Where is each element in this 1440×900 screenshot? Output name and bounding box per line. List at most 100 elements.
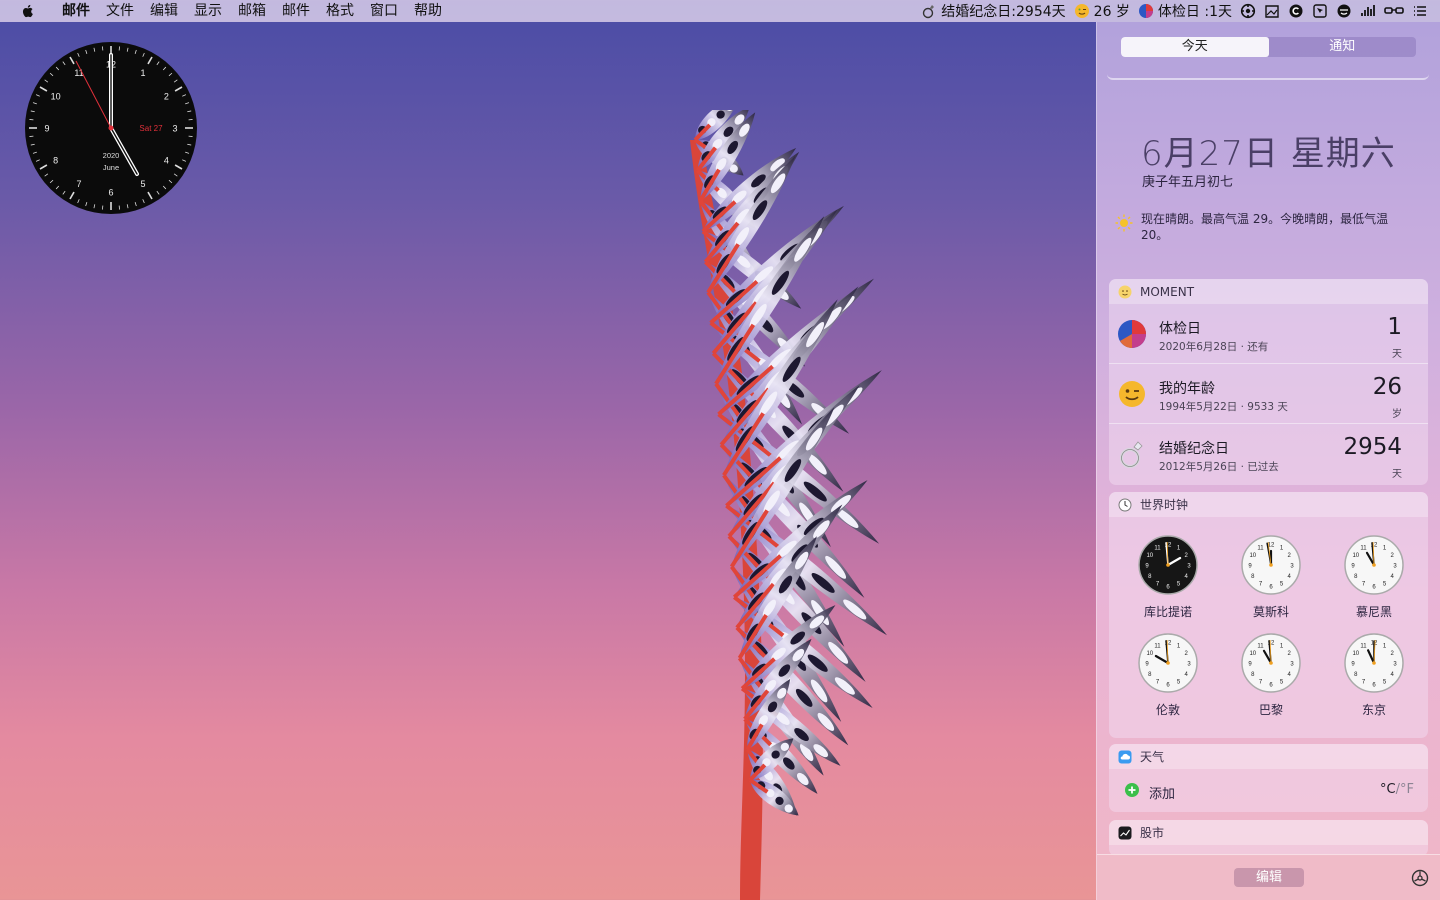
menu-edit[interactable]: 编辑 — [142, 0, 186, 22]
svg-text:10: 10 — [1249, 651, 1256, 657]
desktop-clock-center — [108, 125, 114, 131]
desktop-clock-numeral: 3 — [172, 124, 177, 134]
world-clock-item[interactable]: 1 2 3 4 5 6 7 8 9 10 11 12 伦敦 — [1128, 632, 1208, 718]
svg-text:10: 10 — [1249, 553, 1256, 559]
moment-subtitle: 1994年5月22日 · 9533 天 — [1159, 401, 1288, 413]
moment-title: 体检日 — [1159, 321, 1201, 337]
status-checkup-label: 体检日 :1天 — [1157, 4, 1232, 20]
desktop-clock-numeral: 6 — [108, 188, 113, 198]
window-icon[interactable] — [1264, 3, 1280, 19]
moment-subtitle: 2020年6月28日 · 还有 — [1159, 341, 1269, 353]
svg-text:11: 11 — [1154, 643, 1161, 649]
world-clock-city: 莫斯科 — [1252, 605, 1289, 619]
moment-subtitle: 2012年5月26日 · 已过去 — [1159, 461, 1279, 473]
svg-text:11: 11 — [1257, 545, 1264, 551]
weather-summary-text: 现在晴朗。最高气温 29。今晚晴朗，最低气温 20。 — [1141, 212, 1389, 242]
moment-count: 2954 — [1343, 434, 1402, 460]
world-clock-city: 库比提诺 — [1143, 605, 1192, 619]
desktop-clock-month: June — [103, 163, 119, 172]
analog-clock-face: 123456789101112 — [1344, 633, 1404, 693]
nc-segmented-control: 今天 通知 — [1121, 37, 1416, 57]
moment-header-label: MOMENT — [1140, 284, 1195, 299]
menu-window[interactable]: 窗口 — [362, 0, 406, 22]
weather-summary: 现在晴朗。最高气温 29。今晚晴朗，最低气温 20。 — [1115, 211, 1415, 243]
weather-header: 天气 — [1109, 744, 1428, 769]
lunar-date: 庚子年五月初七 — [1142, 175, 1234, 190]
menu-app-name[interactable]: 邮件 — [54, 0, 98, 22]
stocks-app-icon — [1118, 826, 1132, 839]
plus-icon[interactable] — [1125, 783, 1139, 797]
world-clock-item[interactable]: 1 2 3 4 5 6 7 8 9 10 11 12 莫斯科 — [1231, 534, 1311, 620]
unit-celsius[interactable]: °C — [1380, 782, 1396, 797]
apple-icon[interactable] — [20, 3, 36, 19]
desktop-clock-widget[interactable]: 121234567891011 Sat 27 2020 June — [24, 41, 198, 215]
ring-icon — [923, 5, 935, 19]
analog-clock-face: 123456789101112 — [1344, 535, 1404, 595]
edit-button[interactable]: 编辑 — [1234, 868, 1304, 887]
moment-widget: MOMENT 体检日 2020年6月28日 · 还有 1 天 我的年龄 1994… — [1109, 279, 1428, 485]
desktop-clock-numeral: 10 — [51, 92, 61, 102]
world-clock-item[interactable]: 123456789101112 东京 — [1334, 632, 1414, 718]
moment-row-anniversary[interactable]: 结婚纪念日 2012年5月26日 · 已过去 2954 天 — [1109, 424, 1428, 484]
moment-unit: 天 — [1392, 469, 1402, 480]
pie-icon — [1118, 320, 1146, 348]
tab-notifications[interactable]: 通知 — [1269, 37, 1417, 57]
gear-icon[interactable] — [1240, 3, 1256, 19]
glasses-icon[interactable] — [1384, 3, 1404, 19]
cursor-icon[interactable] — [1312, 3, 1328, 19]
audio-bars-icon[interactable] — [1360, 3, 1376, 19]
world-clock-item[interactable]: 1 2 3 4 5 6 7 8 9 10 11 12 库比提诺 — [1128, 534, 1208, 620]
desktop-clock-numeral: 5 — [140, 179, 145, 189]
tab-today[interactable]: 今天 — [1121, 37, 1269, 57]
analog-clock-face: 123456789101112 — [1138, 633, 1198, 693]
stocks-widget: 股市 — [1109, 820, 1428, 856]
world-clock-item[interactable]: 1 2 3 4 5 6 7 8 9 10 11 12 巴黎 — [1231, 632, 1311, 718]
menu-bar: 邮件 文件 编辑 显示 邮箱 邮件 格式 窗口 帮助 结婚纪念日:2954天 2… — [0, 0, 1440, 22]
status-age[interactable]: 26 岁 — [1074, 1, 1130, 21]
world-clock-widget: 世界时钟 1 2 3 4 5 6 7 8 9 10 11 12 库比提诺 1 2 3 4 5 6 7 8 9 10 11 12 莫… — [1109, 492, 1428, 738]
desktop-clock-date: Sat 27 — [139, 124, 163, 133]
status-anniversary[interactable]: 结婚纪念日:2954天 — [921, 1, 1066, 21]
svg-text:11: 11 — [1360, 545, 1367, 551]
weather-add-label[interactable]: 添加 — [1149, 783, 1175, 802]
moment-row-checkup[interactable]: 体检日 2020年6月28日 · 还有 1 天 — [1109, 304, 1428, 364]
copyright-icon[interactable] — [1288, 3, 1304, 19]
moment-count: 26 — [1372, 374, 1402, 400]
desktop-clock-numeral: 4 — [164, 156, 169, 166]
analog-clock-face: 123456789101112 — [1138, 535, 1198, 595]
list-icon[interactable] — [1412, 3, 1428, 19]
world-clock-item[interactable]: 1 2 3 4 5 6 7 8 9 10 11 12 慕尼黑 — [1334, 534, 1414, 620]
menu-file[interactable]: 文件 — [98, 0, 142, 22]
menu-help[interactable]: 帮助 — [406, 0, 450, 22]
menu-format[interactable]: 格式 — [318, 0, 362, 22]
stocks-header-label: 股市 — [1140, 826, 1165, 840]
world-clock-city: 巴黎 — [1258, 703, 1283, 717]
svg-text:11: 11 — [1154, 545, 1161, 551]
wallpaper-plant — [690, 110, 887, 900]
menu-view[interactable]: 显示 — [186, 0, 230, 22]
sun-icon — [1115, 214, 1133, 232]
status-anniversary-label: 结婚纪念日:2954天 — [941, 4, 1066, 20]
menu-mailbox[interactable]: 邮箱 — [230, 0, 274, 22]
nc-bottom-bar: 编辑 — [1097, 854, 1440, 900]
settings-gear-icon[interactable] — [1411, 869, 1429, 887]
moment-app-icon — [1118, 285, 1132, 298]
moment-row-age[interactable]: 我的年龄 1994年5月22日 · 9533 天 26 岁 — [1109, 364, 1428, 424]
analog-clock-face: 123456789101112 — [1241, 535, 1301, 595]
menu-message[interactable]: 邮件 — [274, 0, 318, 22]
moment-unit: 天 — [1392, 349, 1402, 360]
smile-icon — [1074, 4, 1089, 18]
face-icon[interactable] — [1336, 3, 1352, 19]
weather-add-row[interactable]: 添加 °C/°F — [1109, 769, 1428, 812]
desktop-clock-year: 2020 — [103, 151, 120, 160]
temperature-unit-toggle[interactable]: °C/°F — [1380, 782, 1414, 797]
unit-fahrenheit[interactable]: °F — [1400, 782, 1414, 797]
world-clock-city: 东京 — [1361, 703, 1386, 717]
status-area: 结婚纪念日:2954天 26 岁 体检日 :1天 — [921, 0, 1428, 22]
world-clock-city: 慕尼黑 — [1355, 605, 1392, 619]
clock-icon — [1118, 498, 1132, 511]
desktop-clock-numeral: 2 — [164, 92, 169, 102]
today-date: 6月27日 星期六 — [1141, 134, 1396, 174]
weather-app-icon — [1118, 750, 1132, 763]
status-checkup[interactable]: 体检日 :1天 — [1138, 1, 1232, 21]
